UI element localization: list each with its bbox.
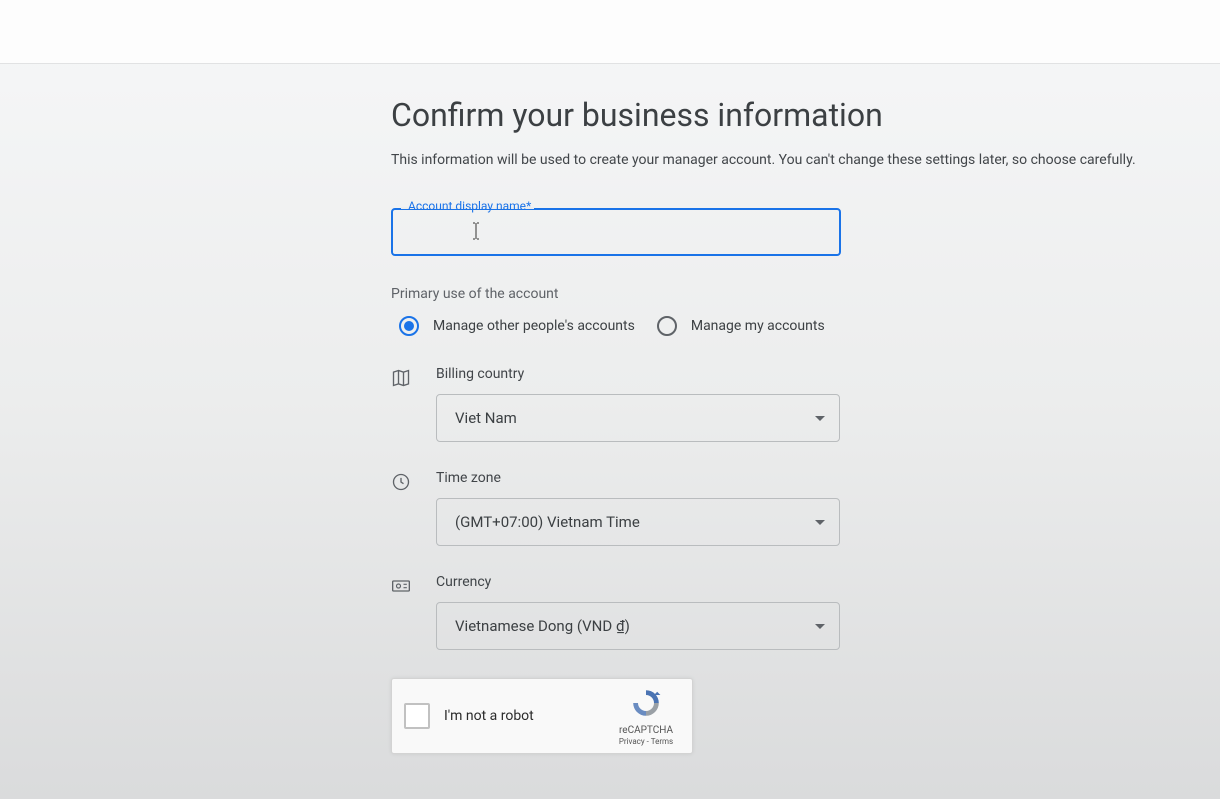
primary-use-label: Primary use of the account — [391, 286, 1220, 302]
money-icon — [391, 576, 411, 596]
billing-country-select[interactable]: Viet Nam — [436, 394, 840, 442]
recaptcha-label: I'm not a robot — [444, 708, 612, 724]
radio-label: Manage other people's accounts — [433, 318, 635, 334]
radio-label: Manage my accounts — [691, 318, 825, 334]
radio-unselected-icon — [657, 316, 677, 336]
currency-select[interactable]: Vietnamese Dong (VND ₫) — [436, 602, 840, 650]
primary-use-group: Manage other people's accounts Manage my… — [391, 316, 1220, 336]
chevron-down-icon — [815, 624, 825, 629]
top-bar — [0, 0, 1220, 64]
map-icon — [391, 368, 411, 388]
clock-icon — [391, 472, 411, 492]
radio-selected-icon — [399, 316, 419, 336]
time-zone-select[interactable]: (GMT+07:00) Vietnam Time — [436, 498, 840, 546]
billing-country-label: Billing country — [436, 366, 1220, 382]
recaptcha-widget: I'm not a robot reCAPTCHA Privacy - Term… — [391, 678, 693, 754]
chevron-down-icon — [815, 416, 825, 421]
chevron-down-icon — [815, 520, 825, 525]
recaptcha-brand-text: reCAPTCHA — [612, 725, 680, 736]
billing-country-value: Viet Nam — [455, 409, 517, 427]
radio-manage-mine[interactable]: Manage my accounts — [657, 316, 825, 336]
recaptcha-terms-link[interactable]: Terms — [651, 737, 673, 746]
recaptcha-icon — [630, 687, 662, 719]
billing-country-row: Billing country Viet Nam — [391, 366, 1220, 442]
time-zone-value: (GMT+07:00) Vietnam Time — [455, 513, 640, 531]
page-title: Confirm your business information — [391, 96, 1220, 134]
radio-manage-others[interactable]: Manage other people's accounts — [399, 316, 635, 336]
recaptcha-checkbox[interactable] — [404, 703, 430, 729]
currency-value: Vietnamese Dong (VND ₫) — [455, 617, 630, 635]
account-name-label: Account display name* — [403, 199, 536, 213]
account-name-field: Account display name* Account display na… — [391, 208, 841, 256]
currency-row: Currency Vietnamese Dong (VND ₫) — [391, 574, 1220, 650]
currency-label: Currency — [436, 574, 1220, 590]
time-zone-row: Time zone (GMT+07:00) Vietnam Time — [391, 470, 1220, 546]
time-zone-label: Time zone — [436, 470, 1220, 486]
recaptcha-privacy-link[interactable]: Privacy — [619, 737, 645, 746]
recaptcha-branding: reCAPTCHA Privacy - Terms — [612, 687, 680, 746]
page-subtitle: This information will be used to create … — [391, 152, 1220, 168]
form-container: Confirm your business information This i… — [0, 64, 1220, 754]
